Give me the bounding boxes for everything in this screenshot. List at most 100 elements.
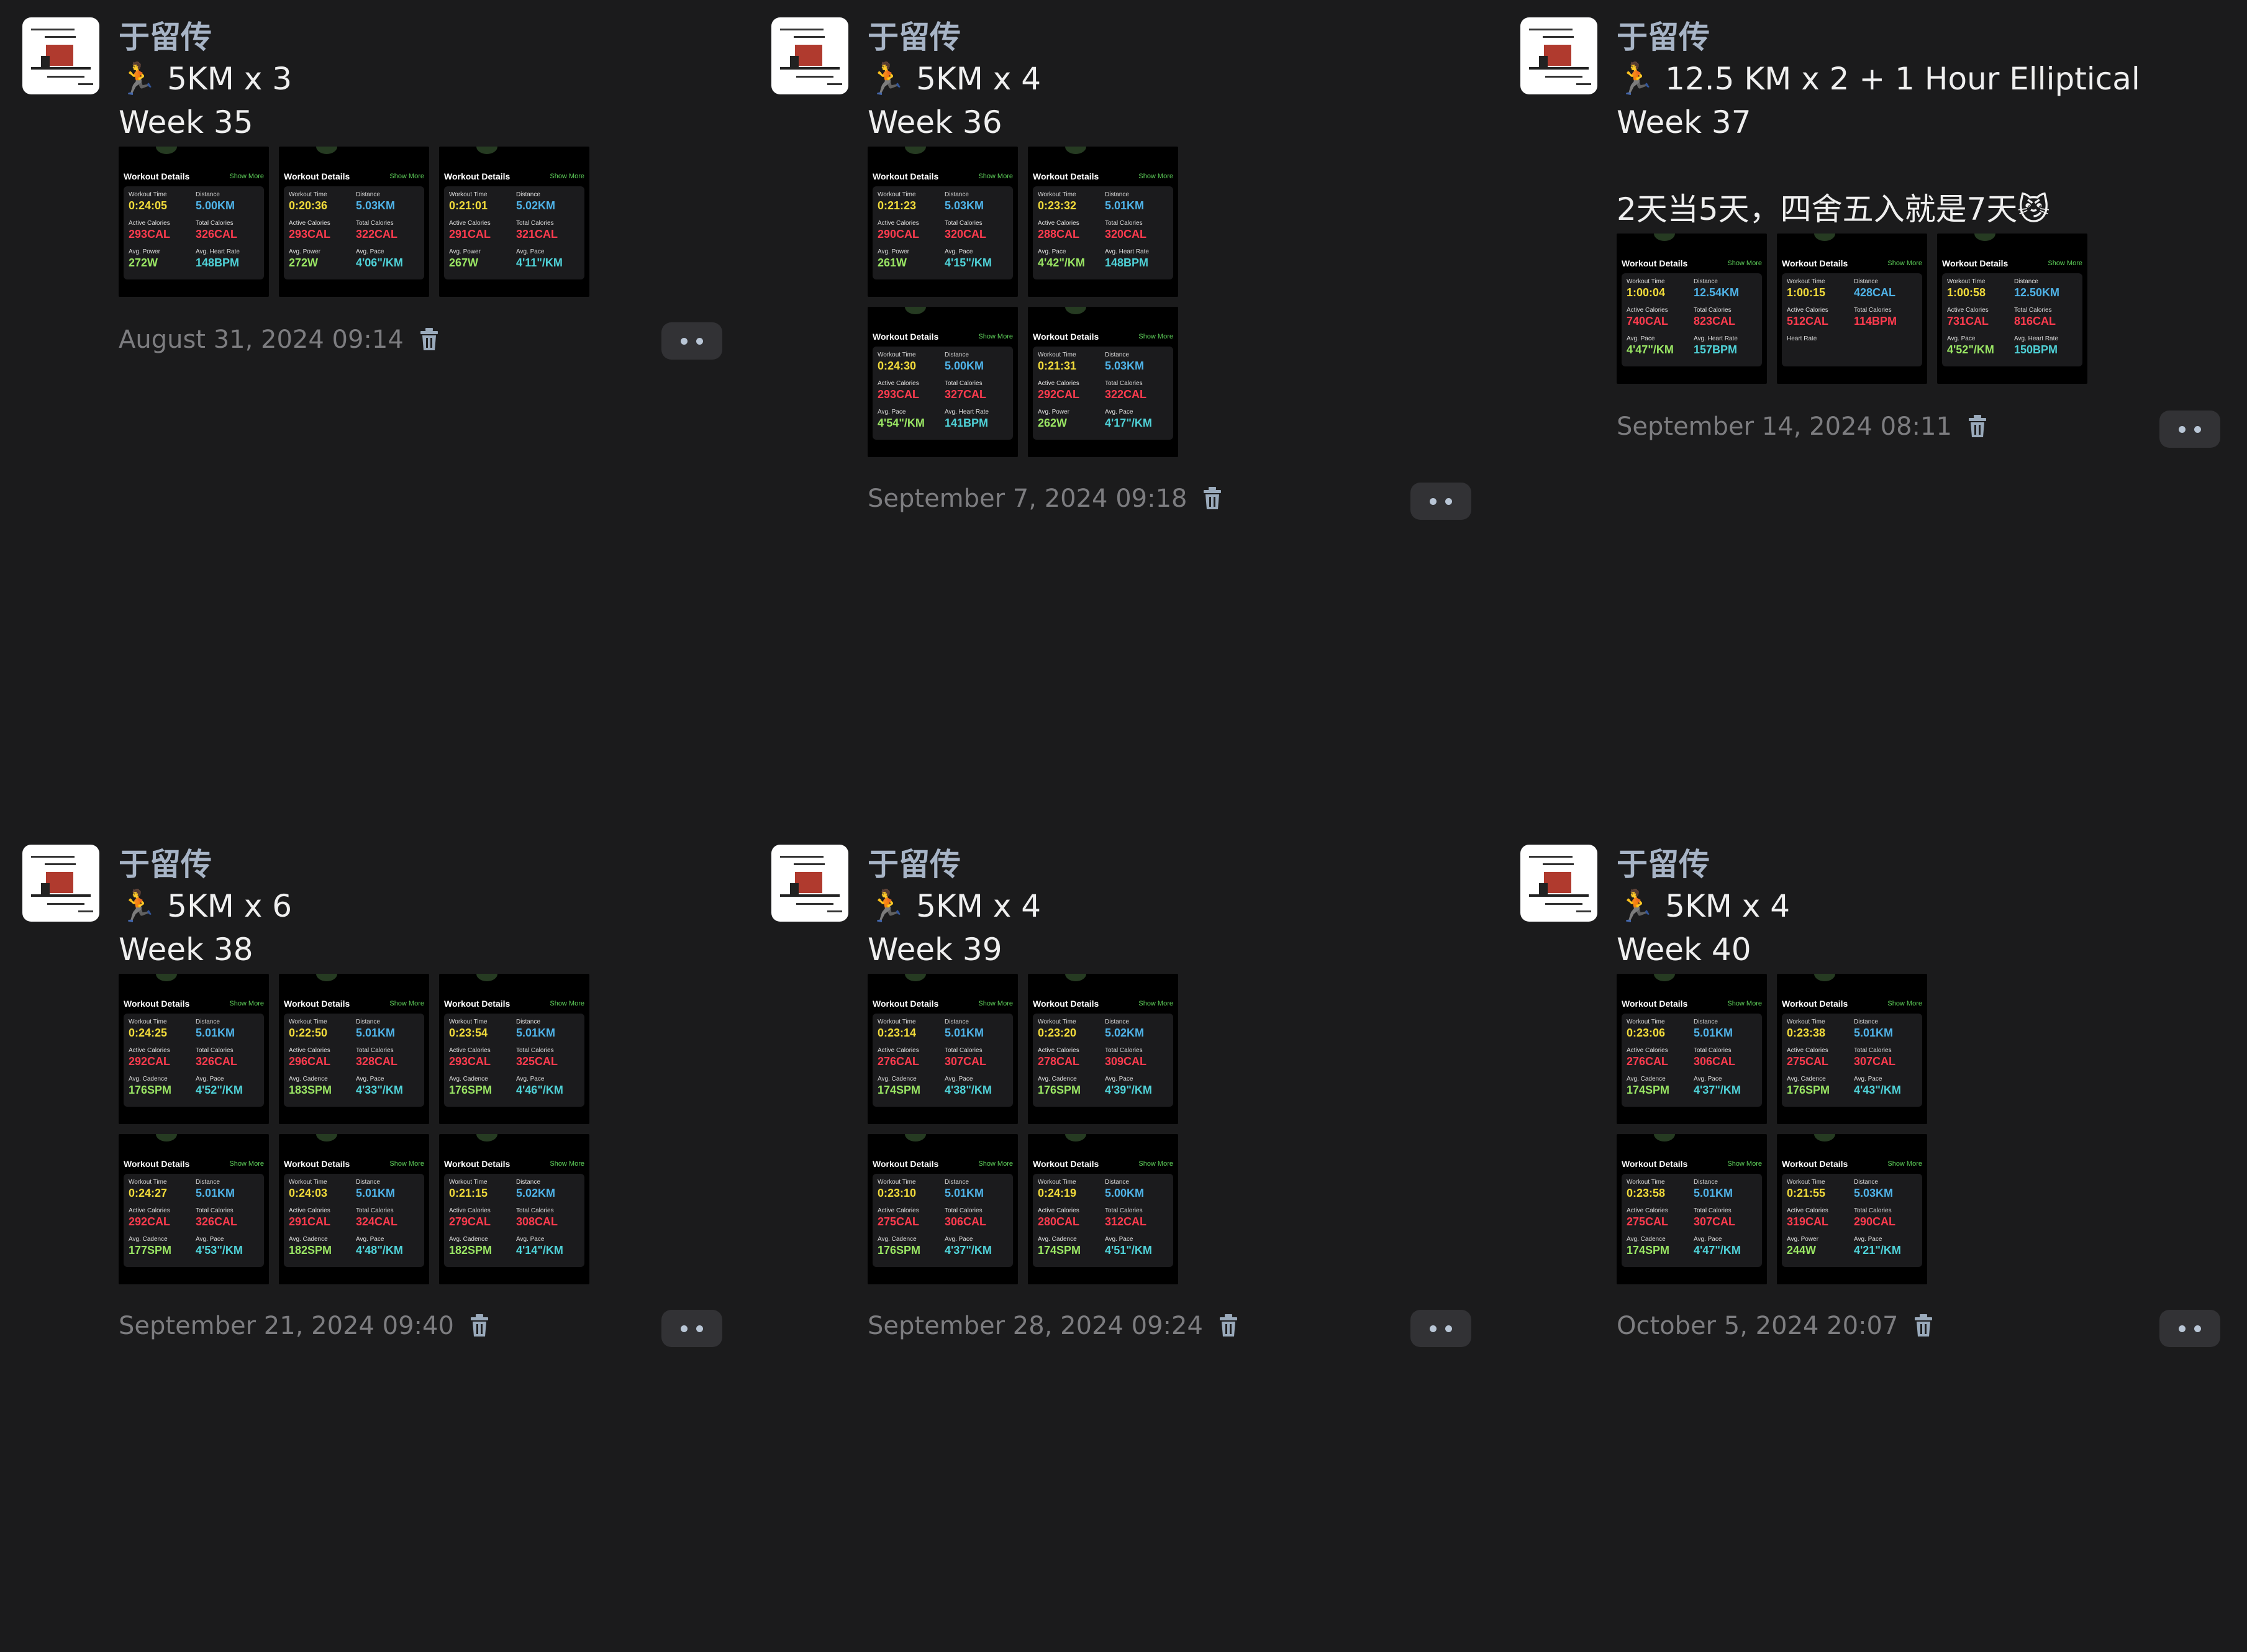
more-options-button[interactable] <box>1410 1310 1471 1347</box>
workout-photo[interactable]: Workout Details Show More Workout Time 0:21… <box>439 1134 589 1284</box>
photo-header: Workout Details <box>1033 171 1099 181</box>
workout-photo[interactable]: Workout Details Show More Workout Time 0:24… <box>868 307 1018 457</box>
more-options-button[interactable] <box>1410 483 1471 520</box>
stat-total: Total Calories 307CAL <box>1694 1207 1736 1228</box>
author-name[interactable]: 于留传 <box>868 845 1489 884</box>
workout-photo[interactable]: Workout Details Show More Workout Time 0:23… <box>1028 974 1178 1124</box>
stat-distance: Distance 5.03KM <box>1105 352 1145 372</box>
workout-photo[interactable]: Workout Details Show More Workout Time 0:22… <box>279 974 429 1124</box>
workout-photo[interactable]: Workout Details Show More Workout Time 0:23… <box>1617 974 1767 1124</box>
stat-distance: Distance 5.00KM <box>945 352 984 372</box>
photo-gallery: Workout Details Show More Workout Time 1:00… <box>1617 234 2238 388</box>
stat-time: Workout Time 0:23:54 <box>449 1019 488 1039</box>
workout-photo[interactable]: Workout Details Show More Workout Time 0:23… <box>1028 147 1178 297</box>
ring-icon <box>156 974 177 981</box>
stat-3: Avg. Cadence 176SPM <box>129 1076 172 1096</box>
stats-box: Workout Time 0:21:01 Distance 5.02KM Active … <box>444 186 584 279</box>
more-options-button[interactable] <box>661 322 722 360</box>
workout-photo[interactable]: Workout Details Show More Workout Time 0:23… <box>1617 1134 1767 1284</box>
workout-photo[interactable]: Workout Details Show More Workout Time 0:24… <box>279 1134 429 1284</box>
avatar[interactable] <box>771 845 848 922</box>
ring-icon <box>476 1134 497 1141</box>
workout-photo[interactable]: Workout Details Show More Workout Time 1:00… <box>1937 234 2087 384</box>
post-text-line: 🏃 5KM x 4 <box>868 888 1042 924</box>
trash-icon[interactable] <box>1914 1313 1933 1338</box>
trash-icon[interactable] <box>1968 414 1987 438</box>
avatar[interactable] <box>1520 845 1597 922</box>
photo-show-more: Show More <box>1727 260 1762 267</box>
author-name[interactable]: 于留传 <box>119 845 740 884</box>
stat-total: Total Calories 322CAL <box>356 220 398 240</box>
stat-3: Avg. Cadence 177SPM <box>129 1236 172 1256</box>
ring-icon <box>1065 307 1086 314</box>
workout-photo[interactable]: Workout Details Show More Workout Time 0:23… <box>1777 974 1927 1124</box>
stat-distance: Distance 428CAL <box>1854 278 1896 299</box>
ring-icon <box>905 974 926 981</box>
stat-total: Total Calories 327CAL <box>945 380 987 401</box>
workout-photo[interactable]: Workout Details Show More Workout Time 0:23… <box>868 1134 1018 1284</box>
avatar[interactable] <box>22 845 99 922</box>
workout-photo[interactable]: Workout Details Show More Workout Time 0:21… <box>1777 1134 1927 1284</box>
avatar[interactable] <box>771 17 848 94</box>
stat-3: Avg. Pace 4'42"/KM <box>1038 248 1085 269</box>
stat-active: Active Calories 279CAL <box>449 1207 491 1228</box>
trash-icon[interactable] <box>1219 1313 1238 1338</box>
photo-show-more: Show More <box>389 173 424 180</box>
workout-photo[interactable]: Workout Details Show More Workout Time 0:24… <box>119 1134 269 1284</box>
workout-photo[interactable]: Workout Details Show More Workout Time 0:24… <box>119 974 269 1124</box>
stat-total: Total Calories 307CAL <box>1854 1047 1896 1068</box>
workout-photo[interactable]: Workout Details Show More Workout Time 1:00… <box>1777 234 1927 384</box>
stat-distance: Distance 5.01KM <box>1854 1019 1894 1039</box>
workout-photo[interactable]: Workout Details Show More Workout Time 0:23… <box>868 974 1018 1124</box>
stat-distance: Distance 12.50KM <box>2014 278 2060 299</box>
ring-icon <box>1814 234 1835 241</box>
photo-show-more: Show More <box>1727 1000 1762 1007</box>
stat-total: Total Calories 823CAL <box>1694 307 1736 327</box>
photo-show-more: Show More <box>1138 333 1173 340</box>
stat-active: Active Calories 275CAL <box>1627 1207 1669 1228</box>
trash-icon[interactable] <box>470 1313 489 1338</box>
stats-box: Workout Time 0:23:20 Distance 5.02KM Active … <box>1033 1014 1173 1107</box>
author-name[interactable]: 于留传 <box>1617 845 2238 884</box>
stat-3: Avg. Power 261W <box>878 248 909 269</box>
workout-photo[interactable]: Workout Details Show More Workout Time 0:21… <box>439 147 589 297</box>
author-name[interactable]: 于留传 <box>1617 17 2238 57</box>
workout-photo[interactable]: Workout Details Show More Workout Time 0:24… <box>119 147 269 297</box>
stats-box: Workout Time 0:24:30 Distance 5.00KM Active … <box>873 347 1013 440</box>
stat-3: Avg. Power 244W <box>1787 1236 1818 1256</box>
stat-total: Total Calories 320CAL <box>1105 220 1147 240</box>
timestamp-row: August 31, 2024 09:14 <box>119 325 438 354</box>
post-text-line: 🏃 5KM x 6 <box>119 888 293 924</box>
stat-distance: Distance 5.01KM <box>196 1019 235 1039</box>
more-options-button[interactable] <box>661 1310 722 1347</box>
workout-photo[interactable]: Workout Details Show More Workout Time 0:23… <box>439 974 589 1124</box>
timestamp-row: September 7, 2024 09:18 <box>868 484 1222 513</box>
photo-header: Workout Details <box>124 1159 190 1169</box>
avatar[interactable] <box>1520 17 1597 94</box>
stat-active: Active Calories 292CAL <box>1038 380 1080 401</box>
photo-show-more: Show More <box>229 1000 264 1007</box>
more-options-button[interactable] <box>2159 411 2220 448</box>
author-name[interactable]: 于留传 <box>868 17 1489 57</box>
stat-time: Workout Time 0:23:58 <box>1627 1179 1666 1199</box>
trash-icon[interactable] <box>1203 486 1222 511</box>
photo-header: Workout Details <box>1033 999 1099 1009</box>
avatar[interactable] <box>22 17 99 94</box>
stat-distance: Distance 5.01KM <box>196 1179 235 1199</box>
photo-header: Workout Details <box>1622 999 1688 1009</box>
trash-icon[interactable] <box>420 327 438 352</box>
stat-4: Avg. Pace 4'53"/KM <box>196 1236 243 1256</box>
more-options-button[interactable] <box>2159 1310 2220 1347</box>
workout-photo[interactable]: Workout Details Show More Workout Time 0:24… <box>1028 1134 1178 1284</box>
ring-icon <box>1654 234 1675 241</box>
stat-3: Avg. Pace 4'52"/KM <box>1947 335 1994 356</box>
workout-photo[interactable]: Workout Details Show More Workout Time 0:21… <box>868 147 1018 297</box>
post-text-line: 🏃 5KM x 3 <box>119 61 293 97</box>
workout-photo[interactable]: Workout Details Show More Workout Time 0:21… <box>1028 307 1178 457</box>
stat-active: Active Calories 296CAL <box>289 1047 331 1068</box>
stat-distance: Distance 5.02KM <box>516 1179 556 1199</box>
workout-photo[interactable]: Workout Details Show More Workout Time 0:20… <box>279 147 429 297</box>
author-name[interactable]: 于留传 <box>119 17 740 57</box>
workout-photo[interactable]: Workout Details Show More Workout Time 1:00… <box>1617 234 1767 384</box>
timestamp: September 28, 2024 09:24 <box>868 1312 1203 1340</box>
